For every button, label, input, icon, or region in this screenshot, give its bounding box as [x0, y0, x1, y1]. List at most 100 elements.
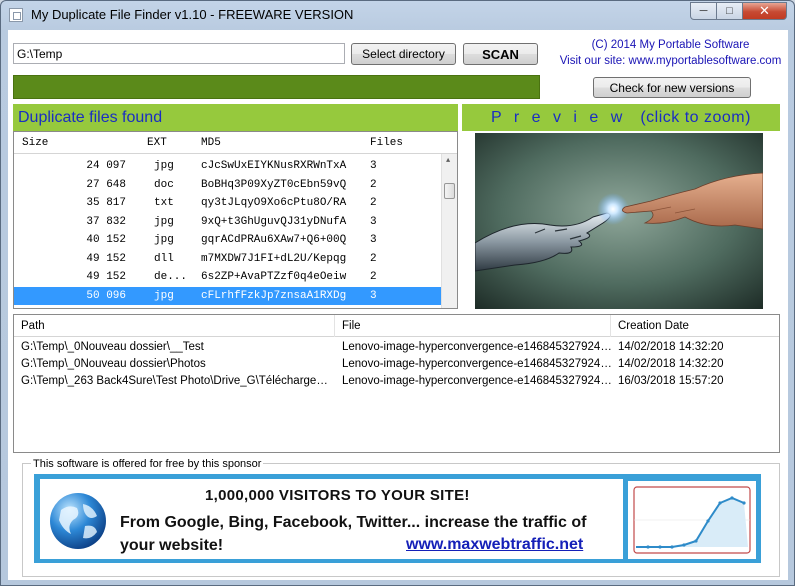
close-button[interactable]: ✕: [743, 2, 787, 20]
creation-date-cell: 14/02/2018 14:32:20: [618, 341, 724, 353]
globe-icon: [50, 493, 106, 549]
duplicates-table-header: Size EXT MD5 Files: [14, 132, 457, 154]
scan-button[interactable]: SCAN: [463, 43, 538, 65]
file-location-row[interactable]: G:\Temp\_0Nouveau dossier\Photos Lenovo-i…: [14, 356, 779, 373]
size-cell: 35 817: [86, 197, 126, 209]
size-cell: 49 152: [86, 271, 126, 283]
size-cell: 49 152: [86, 252, 126, 265]
column-file[interactable]: File: [335, 315, 611, 337]
creation-date-cell: 14/02/2018 14:32:20: [618, 358, 724, 370]
app-window: My Duplicate File Finder v1.10 - FREEWAR…: [0, 0, 795, 586]
maximize-button[interactable]: □: [717, 2, 743, 20]
duplicate-row[interactable]: 24 097 jpg cJcSwUxEIYKNusRXRWnTxA 3: [14, 157, 441, 176]
banner-content: 1,000,000 VISITORS TO YOUR SITE! From Go…: [40, 479, 623, 559]
preview-image[interactable]: [475, 133, 763, 309]
preview-header[interactable]: P r e v i e w (click to zoom): [462, 104, 780, 131]
duplicate-row[interactable]: 27 648 doc BoBHq3P09XyZT0cEbn59vQ 2: [14, 176, 441, 195]
files-count-cell: 3: [370, 289, 377, 302]
file-cell: Lenovo-image-hyperconvergence-e146845327…: [342, 375, 612, 387]
files-count-cell: 2: [370, 252, 377, 265]
column-files[interactable]: Files: [370, 137, 403, 149]
files-count-cell: 2: [370, 271, 377, 283]
file-location-row[interactable]: G:\Temp\_263 Back4Sure\Test Photo\Drive_…: [14, 373, 779, 390]
path-cell: G:\Temp\_263 Back4Sure\Test Photo\Drive_…: [21, 375, 333, 387]
size-cell: 40 152: [86, 234, 126, 246]
window-title: My Duplicate File Finder v1.10 - FREEWAR…: [31, 7, 354, 22]
files-count-cell: 3: [370, 160, 377, 172]
files-count-cell: 2: [370, 178, 377, 191]
close-icon: ✕: [759, 3, 770, 18]
md5-cell: 9xQ+t3GhUguvQJ31yDNufA: [201, 215, 347, 228]
title-bar[interactable]: My Duplicate File Finder v1.10 - FREEWAR…: [1, 1, 794, 29]
ext-cell: doc: [154, 178, 174, 191]
duplicate-row[interactable]: 49 152 dll m7MXDW7J1FI+dL2U/Kepqg 2: [14, 250, 441, 269]
ext-cell: jpg: [154, 234, 174, 246]
main-panel: Select directory SCAN (C) 2014 My Portab…: [8, 30, 788, 580]
md5-cell: cFLrhfFzkJp7znsaA1RXDg: [201, 289, 347, 302]
md5-cell: cJcSwUxEIYKNusRXRWnTxA: [201, 160, 347, 172]
column-ext[interactable]: EXT: [147, 137, 167, 149]
preview-hands-image: [475, 133, 763, 309]
select-directory-button[interactable]: Select directory: [351, 43, 456, 65]
maximize-icon: □: [726, 5, 733, 17]
duplicates-header: Duplicate files found: [13, 104, 458, 131]
files-count-cell: 3: [370, 215, 377, 228]
scan-progress-bar: [13, 75, 540, 99]
size-cell: 37 832: [86, 215, 126, 228]
column-path[interactable]: Path: [14, 315, 335, 337]
path-cell: G:\Temp\_0Nouveau dossier\Photos: [21, 358, 206, 370]
ext-cell: jpg: [154, 289, 174, 302]
md5-cell: gqrACdPRAu6XAw7+Q6+00Q: [201, 234, 347, 246]
size-cell: 50 096: [86, 289, 126, 302]
website-link[interactable]: Visit our site: www.myportablesoftware.c…: [553, 53, 788, 69]
column-creation-date[interactable]: Creation Date: [611, 315, 779, 337]
duplicate-row[interactable]: 35 817 txt qy3tJLqyO9Xo6cPtu8O/RA 2: [14, 194, 441, 213]
scrollbar-thumb[interactable]: [444, 183, 455, 199]
creation-date-cell: 16/03/2018 15:57:20: [618, 375, 724, 387]
duplicates-table[interactable]: Size EXT MD5 Files 24 097 jpg cJcSwUxEIYKN…: [13, 131, 458, 309]
window-controls: ─ □ ✕: [690, 2, 787, 20]
banner-headline: 1,000,000 VISITORS TO YOUR SITE!: [205, 487, 470, 504]
size-cell: 27 648: [86, 178, 126, 191]
scroll-up-icon[interactable]: ▲: [446, 157, 450, 165]
files-count-cell: 2: [370, 197, 377, 209]
md5-cell: BoBHq3P09XyZT0cEbn59vQ: [201, 178, 347, 191]
column-md5[interactable]: MD5: [201, 137, 221, 149]
file-locations-table[interactable]: Path File Creation Date G:\Temp\_0Nouvea…: [13, 314, 780, 453]
check-versions-button[interactable]: Check for new versions: [593, 77, 751, 98]
files-count-cell: 3: [370, 234, 377, 246]
column-size[interactable]: Size: [22, 137, 48, 149]
md5-cell: qy3tJLqyO9Xo6cPtu8O/RA: [201, 197, 347, 209]
md5-cell: 6s2ZP+AvaPTZzf0q4eOeiw: [201, 271, 347, 283]
copyright-text: (C) 2014 My Portable Software: [591, 39, 750, 51]
minimize-button[interactable]: ─: [690, 2, 717, 20]
preview-hint: (click to zoom): [640, 108, 751, 126]
file-location-row[interactable]: G:\Temp\_0Nouveau dossier\__Test Lenovo-i…: [14, 339, 779, 356]
ext-cell: jpg: [154, 215, 174, 228]
duplicate-row[interactable]: 49 152 de... 6s2ZP+AvaPTZzf0q4eOeiw 2: [14, 268, 441, 287]
credits: (C) 2014 My Portable Software Visit our …: [553, 37, 788, 69]
duplicate-row[interactable]: 50 096 jpg cFLrhfFzkJp7znsaA1RXDg 3: [14, 286, 441, 305]
file-cell: Lenovo-image-hyperconvergence-e146845327…: [342, 341, 612, 353]
ext-cell: jpg: [154, 160, 174, 172]
duplicates-rows: 24 097 jpg cJcSwUxEIYKNusRXRWnTxA 3 27 648 do…: [14, 157, 441, 305]
file-cell: Lenovo-image-hyperconvergence-e146845327…: [342, 358, 612, 370]
ext-cell: de...: [154, 271, 188, 283]
duplicates-scrollbar[interactable]: ▲: [441, 154, 457, 308]
path-cell: G:\Temp\_0Nouveau dossier\__Test: [21, 341, 204, 353]
banner-link[interactable]: www.maxwebtraffic.net: [406, 536, 583, 554]
file-locations-header: Path File Creation Date: [14, 315, 779, 337]
directory-input[interactable]: [13, 43, 345, 64]
sponsor-banner[interactable]: 1,000,000 VISITORS TO YOUR SITE! From Go…: [34, 474, 761, 563]
md5-cell: m7MXDW7J1FI+dL2U/Kepqg: [201, 252, 347, 265]
sponsor-label: This software is offered for free by thi…: [31, 458, 264, 470]
ext-cell: txt: [154, 197, 174, 209]
ext-cell: dll: [154, 252, 174, 265]
size-cell: 24 097: [86, 160, 126, 172]
duplicate-row[interactable]: 37 832 jpg 9xQ+t3GhUguvQJ31yDNufA 3: [14, 213, 441, 232]
app-icon: [9, 8, 23, 22]
minimize-icon: ─: [699, 5, 708, 17]
duplicate-row[interactable]: 40 152 jpg gqrACdPRAu6XAw7+Q6+00Q 3: [14, 231, 441, 250]
preview-title: P r e v i e w: [491, 108, 627, 126]
traffic-chart-graphic: [628, 481, 756, 559]
